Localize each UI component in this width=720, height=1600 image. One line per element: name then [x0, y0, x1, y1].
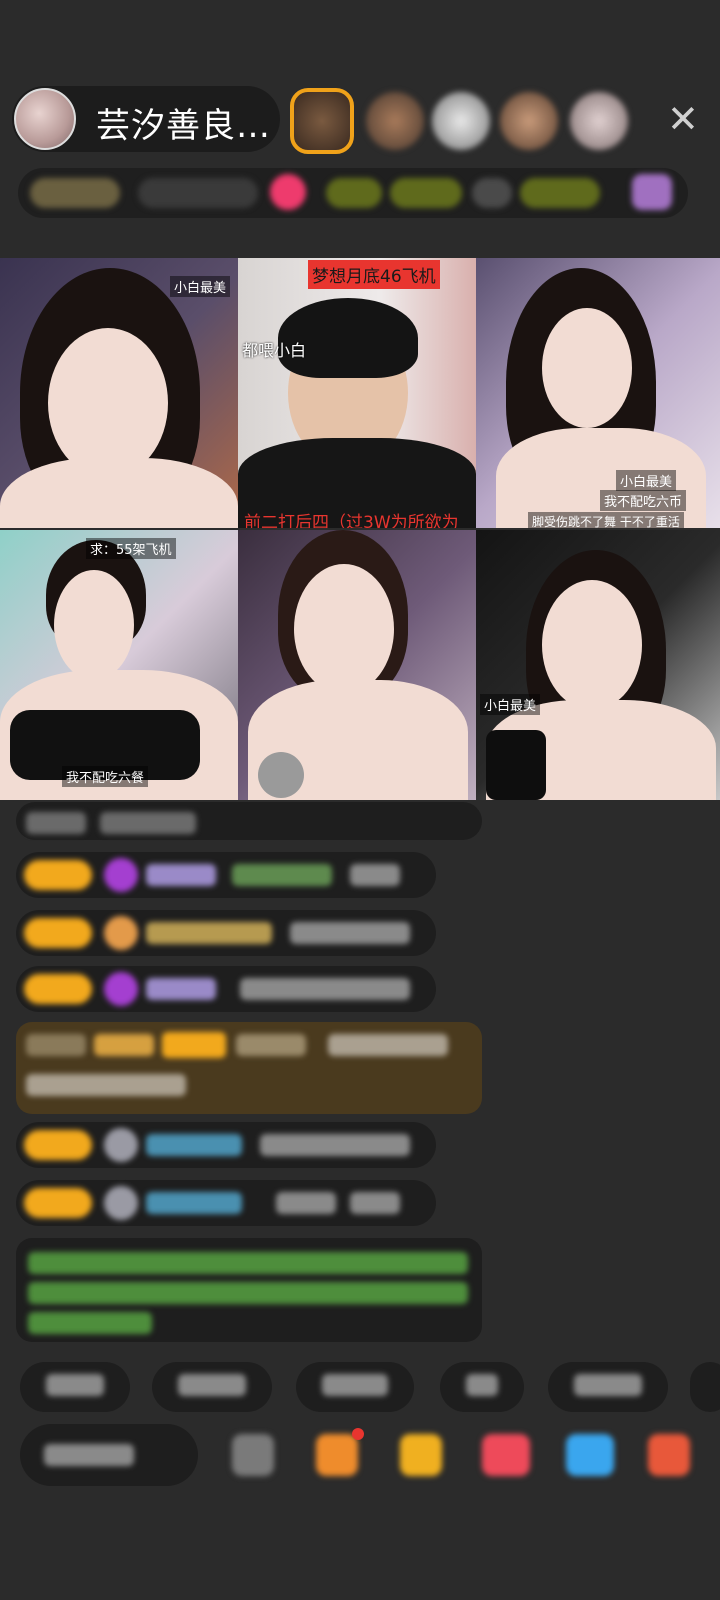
- chat-text: [260, 1134, 410, 1156]
- chat-text: [290, 922, 410, 944]
- guest-face: [542, 580, 642, 710]
- heart-icon[interactable]: [270, 174, 306, 210]
- level-badge: [24, 860, 92, 890]
- quick-reply-3[interactable]: [296, 1362, 414, 1412]
- notification-dot: [352, 1428, 364, 1440]
- guest-caption: 前二打后四（过3W为所欲为: [244, 513, 459, 528]
- host-avatar[interactable]: [14, 88, 76, 150]
- fan-club-icon[interactable]: [316, 1434, 358, 1476]
- gift-icon: [104, 858, 138, 892]
- gift-icon: [104, 1128, 138, 1162]
- hot-tag-2[interactable]: [390, 178, 462, 208]
- top-viewer-avatar-2[interactable]: [366, 92, 424, 150]
- top-viewer-avatar-4[interactable]: [500, 92, 558, 150]
- guest-face: [542, 308, 632, 428]
- chat-tag: [162, 1032, 226, 1058]
- gift-entry-icon[interactable]: [632, 174, 672, 210]
- hot-tag-3[interactable]: [472, 178, 512, 208]
- goal-banner: 梦想月底46飞机: [308, 260, 440, 289]
- chat-text: [26, 812, 86, 834]
- chat-text: [328, 1034, 448, 1056]
- red-packet-icon[interactable]: [482, 1434, 530, 1476]
- announcement-text: [28, 1252, 468, 1274]
- multi-guest-video-grid: 小白最美 梦想月底46飞机 都喂小白 前二打后四（过3W为所欲为 小白最美 我不…: [0, 258, 720, 800]
- chat-text: [350, 1192, 400, 1214]
- video-cell-1[interactable]: 小白最美: [0, 258, 238, 528]
- quick-reply-text: [178, 1374, 246, 1396]
- quick-reply-text: [322, 1374, 388, 1396]
- chat-tag: [94, 1034, 154, 1056]
- emoji-icon[interactable]: [232, 1434, 274, 1476]
- microphone: [486, 730, 546, 800]
- guest-face: [54, 570, 134, 680]
- video-cell-6[interactable]: 小白最美: [476, 530, 720, 800]
- level-badge: [24, 974, 92, 1004]
- guest-face: [294, 564, 394, 694]
- quick-reply-4[interactable]: [440, 1362, 524, 1412]
- chat-text: [350, 864, 400, 886]
- quick-reply-text: [466, 1374, 498, 1396]
- top-viewer-avatar-3[interactable]: [432, 92, 490, 150]
- chat-username: [146, 1134, 242, 1156]
- video-cell-5[interactable]: [238, 530, 476, 800]
- chat-text: [276, 1192, 336, 1214]
- gift-icon: [104, 916, 138, 950]
- host-name[interactable]: 芸汐善良…: [96, 98, 271, 147]
- level-badge: [24, 918, 92, 948]
- chat-username: [146, 922, 272, 944]
- chat-text: [232, 864, 332, 886]
- gift-box-icon[interactable]: [400, 1434, 442, 1476]
- microphone: [258, 752, 304, 798]
- level-badge: [24, 1130, 92, 1160]
- rank-badge[interactable]: [30, 178, 120, 208]
- chat-text: [240, 978, 410, 1000]
- video-cell-3[interactable]: 小白最美 我不配吃六币 脚受伤跳不了舞 干不了重活: [476, 258, 720, 528]
- guest-label: 小白最美: [616, 470, 677, 491]
- quick-reply-5[interactable]: [548, 1362, 668, 1412]
- quick-reply-text: [46, 1374, 104, 1396]
- chat-username: [146, 1192, 242, 1214]
- guest-label: 我不配吃六餐: [62, 766, 149, 787]
- gift-icon: [104, 1186, 138, 1220]
- guest-shoulder: [0, 458, 238, 528]
- announcement-text: [28, 1312, 152, 1334]
- more-icon[interactable]: [648, 1434, 690, 1476]
- chat-input-placeholder: [44, 1444, 134, 1466]
- announcement-text: [28, 1282, 468, 1304]
- video-cell-4[interactable]: 求：55架飞机 我不配吃六餐: [0, 530, 238, 800]
- level-badge: [24, 1188, 92, 1218]
- hot-tag-1[interactable]: [326, 178, 382, 208]
- guest-label: 脚受伤跳不了舞 干不了重活: [528, 512, 684, 528]
- guest-tag: 都喂小白: [242, 341, 307, 360]
- chat-username: [146, 978, 216, 1000]
- chat-tag: [26, 1034, 86, 1056]
- guest-label: 小白最美: [480, 694, 541, 715]
- quick-reply-2[interactable]: [152, 1362, 272, 1412]
- top-viewer-avatar-1[interactable]: [290, 88, 354, 154]
- gift-icon: [104, 972, 138, 1006]
- chat-username: [236, 1034, 306, 1056]
- video-cell-2[interactable]: 梦想月底46飞机 都喂小白 前二打后四（过3W为所欲为: [238, 258, 476, 528]
- guest-label: 我不配吃六币: [600, 490, 687, 511]
- chat-text: [26, 1074, 186, 1096]
- game-icon[interactable]: [566, 1434, 614, 1476]
- guest-face: [48, 328, 168, 478]
- close-icon[interactable]: ✕: [667, 100, 699, 138]
- chat-text: [100, 812, 196, 834]
- chat-username: [146, 864, 216, 886]
- quick-reply-6[interactable]: [690, 1362, 720, 1412]
- hot-tag-4[interactable]: [520, 178, 600, 208]
- guest-label: 小白最美: [170, 276, 231, 297]
- fans-badge[interactable]: [138, 178, 258, 208]
- quick-reply-text: [574, 1374, 642, 1396]
- quick-reply-1[interactable]: [20, 1362, 130, 1412]
- top-viewer-avatar-5[interactable]: [570, 92, 628, 150]
- goal-banner: 求：55架飞机: [86, 538, 176, 559]
